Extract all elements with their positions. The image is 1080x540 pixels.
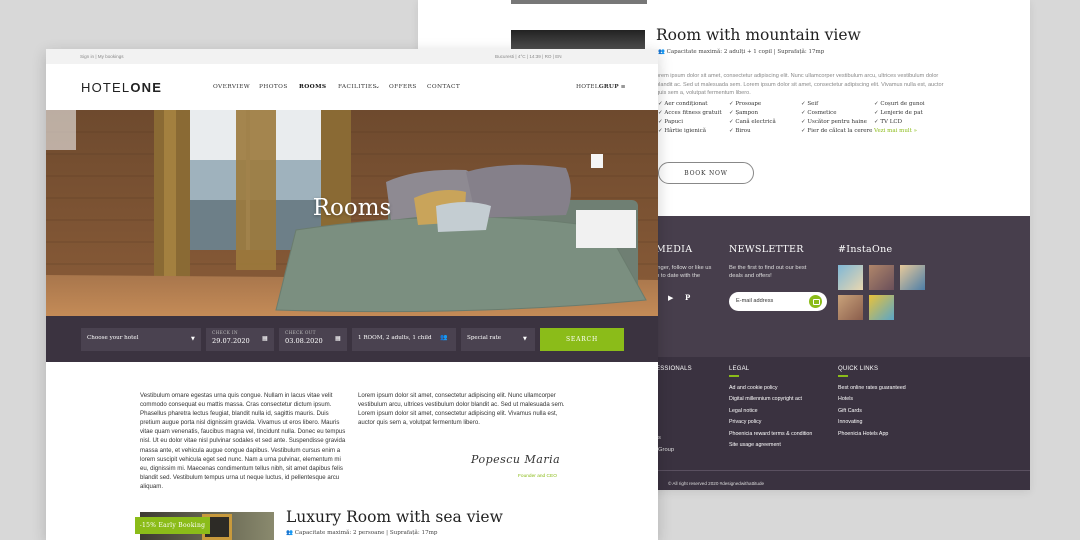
amenity: ✓ Prosoape <box>729 101 762 107</box>
amenity: ✓ Papuci <box>658 119 683 125</box>
room-title: Luxury Room with sea view <box>286 508 503 526</box>
calendar-icon: ▦ <box>335 335 341 342</box>
top-bar-info: Bucuresti | 4°C | 14:39 | RO | EN <box>495 54 562 59</box>
amenity: ✓ Acces fitness gratuit <box>658 110 722 116</box>
caret-down-icon: ▼ <box>523 336 527 342</box>
quick-links: Best online rates guaranteed Hotels Gift… <box>838 383 906 440</box>
quick-link[interactable]: Best online rates guaranteed <box>838 383 906 394</box>
amenity: ✓ Șampon <box>729 110 758 116</box>
room-meta: 👥 Capacitate maximă: 2 persoane | Supraf… <box>286 530 438 536</box>
mail-icon <box>813 299 820 305</box>
top-bar: Sign in | My bookings Bucuresti | 4°C | … <box>46 49 658 64</box>
book-now-button[interactable]: BOOK NOW <box>658 162 754 184</box>
legal-links: Ad and cookie policy Digital millennium … <box>729 383 812 451</box>
front-page-mockup: Sign in | My bookings Bucuresti | 4°C | … <box>46 49 658 540</box>
copyright: © All right reserved 2020 #designedwitha… <box>668 481 765 486</box>
legal-link[interactable]: Phoenicia reward terms & condition <box>729 429 812 440</box>
legal-link[interactable]: Ad and cookie policy <box>729 383 812 394</box>
newsletter-heading: NEWSLETTER <box>729 244 804 255</box>
hotel-select[interactable]: Choose your hotel ▼ <box>81 328 201 351</box>
signature: Popescu Maria <box>471 453 561 466</box>
nav-facilities[interactable]: FACILITIES <box>338 84 377 90</box>
legal-link[interactable]: Digital millennium copyright act <box>729 394 812 405</box>
guests-icon: 👥 <box>440 334 448 341</box>
quick-link[interactable]: Phoenicia Hotels App <box>838 429 906 440</box>
see-more-link[interactable]: Vezi mai mult » <box>874 128 954 134</box>
amenity: ✓ TV LCD <box>874 119 903 125</box>
footer-divider <box>646 470 1030 471</box>
guests-icon: 👥 <box>658 49 665 55</box>
account-links[interactable]: Sign in | My bookings <box>80 54 124 59</box>
amenity: ✓ Birou <box>729 128 751 134</box>
newsletter-text: Be the first to find out our best deals a… <box>729 265 807 280</box>
professionals-link[interactable]: Group <box>658 446 674 454</box>
logo[interactable]: HOTELONE <box>81 80 162 95</box>
quick-link[interactable]: Innovating <box>838 417 906 428</box>
menu-icon[interactable]: ≡ <box>621 84 626 90</box>
pinterest-icon[interactable]: P <box>685 293 690 302</box>
caret-down-icon: ▼ <box>191 336 195 342</box>
amenity: ✓ Cosmetice <box>801 110 837 116</box>
intro-paragraph-right: Lorem ipsum dolor sit amet, consectetur … <box>358 392 565 427</box>
professionals-link[interactable]: s <box>658 434 661 442</box>
checkout-field[interactable]: CHECK OUT 03.08.2020 ▦ <box>279 328 347 351</box>
quick-link[interactable]: Hotels <box>838 394 906 405</box>
insta-photo[interactable] <box>869 265 894 290</box>
insta-photo[interactable] <box>838 265 863 290</box>
amenity: ✓ Aer condiționat <box>658 101 708 107</box>
room-description: orem ipsum dolor sit amet, consectetur a… <box>656 73 944 96</box>
newsletter-submit-button[interactable] <box>808 294 823 309</box>
search-button[interactable]: SEARCH <box>540 328 624 351</box>
insta-photo[interactable] <box>869 295 894 320</box>
legal-heading: LEGAL <box>729 366 750 372</box>
rate-select[interactable]: Special rate ▼ <box>461 328 535 351</box>
amenity: ✓ Coșuri de gunoi <box>874 101 925 107</box>
signature-subtitle: Founder and CEO <box>518 474 557 479</box>
nav-photos[interactable]: PHOTOS <box>259 84 299 90</box>
nav-rooms[interactable]: ROOMS <box>299 84 338 90</box>
early-booking-badge: -15% Early Booking <box>135 517 210 534</box>
nav-overview[interactable]: OVERVIEW <box>213 84 259 90</box>
guests-field[interactable]: 1 ROOM, 2 adults, 1 child 👥 <box>352 328 456 351</box>
legal-link[interactable]: Legal notice <box>729 406 812 417</box>
intro-paragraph-left: Vestibulum ornare egestas urna quis cong… <box>140 392 346 490</box>
professionals-heading: ESSIONALS <box>656 366 692 372</box>
nav-contact[interactable]: CONTACT <box>427 84 467 90</box>
main-nav: OVERVIEW PHOTOS ROOMS FACILITIES ⌄ OFFER… <box>213 84 467 90</box>
guests-icon: 👥 <box>286 530 293 536</box>
amenity: ✓ Cană electrică <box>729 119 776 125</box>
amenity: ✓ Hârtie igienică <box>658 128 706 134</box>
hotel-grup-link[interactable]: HOTELGRUP ≡ <box>576 84 626 90</box>
insta-photo[interactable] <box>838 295 863 320</box>
checkin-field[interactable]: CHECK IN 29.07.2020 ▦ <box>206 328 274 351</box>
amenity: ✓ Fier de călcat la cerere <box>801 128 873 134</box>
quick-link[interactable]: Gift Cards <box>838 406 906 417</box>
legal-link[interactable]: Privacy policy <box>729 417 812 428</box>
calendar-icon: ▦ <box>262 335 268 342</box>
amenity: ✓ Uscător pentru haine <box>801 119 867 125</box>
heading-underline <box>838 375 848 377</box>
media-text: inger, follow or like us p to date with t… <box>656 265 712 280</box>
room-meta: 👥 Capacitate maximă: 2 adulți + 1 copil … <box>658 49 825 55</box>
quick-links-heading: QUICK LINKS <box>838 366 879 372</box>
amenities-list: ✓ Aer condiționat ✓ Prosoape ✓ Seif ✓ Co… <box>658 101 958 134</box>
youtube-icon[interactable]: ▶ <box>668 294 673 302</box>
insta-heading: #InstaOne <box>838 244 893 255</box>
chevron-down-icon[interactable]: ⌄ <box>375 84 389 90</box>
insta-photo[interactable] <box>900 265 925 290</box>
media-heading: MEDIA <box>656 244 693 255</box>
heading-underline <box>729 375 739 377</box>
amenity: ✓ Lenjerie de pat <box>874 110 923 116</box>
room-image-strip <box>511 0 647 4</box>
amenity: ✓ Seif <box>801 101 819 107</box>
room-title: Room with mountain view <box>656 26 861 44</box>
hero-title: Rooms <box>312 195 392 221</box>
legal-link[interactable]: Site usage agreement <box>729 440 812 451</box>
nav-offers[interactable]: OFFERS <box>389 84 427 90</box>
